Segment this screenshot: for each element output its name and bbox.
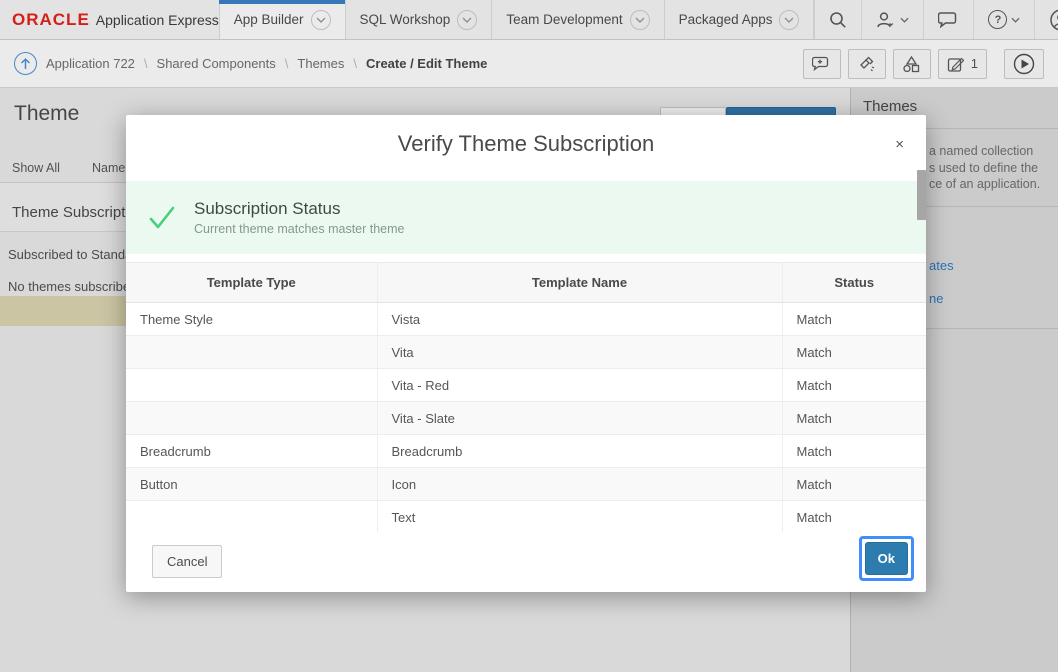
table-row: Vita - Slate Match bbox=[126, 402, 926, 435]
verify-theme-subscription-dialog: Verify Theme Subscription × Subscription… bbox=[126, 115, 926, 592]
cell-template-name: Vita - Red bbox=[377, 369, 782, 402]
banner-heading: Subscription Status bbox=[194, 199, 405, 219]
ok-button-focus-ring: Ok bbox=[859, 536, 914, 581]
cell-template-type: Button bbox=[126, 468, 377, 501]
cell-template-type bbox=[126, 369, 377, 402]
table-row: Button Icon Match bbox=[126, 468, 926, 501]
cell-status: Match bbox=[782, 369, 926, 402]
cell-template-type bbox=[126, 501, 377, 533]
cell-status: Match bbox=[782, 402, 926, 435]
table-row: Vita Match bbox=[126, 336, 926, 369]
cell-status: Match bbox=[782, 336, 926, 369]
dialog-body: Subscription Status Current theme matche… bbox=[126, 170, 926, 532]
banner-subtitle: Current theme matches master theme bbox=[194, 222, 405, 236]
column-status: Status bbox=[782, 263, 926, 303]
apex-page: ORACLE Application Express App Builder S… bbox=[0, 0, 1058, 672]
template-status-table: Template Type Template Name Status Theme… bbox=[126, 262, 926, 532]
dialog-title: Verify Theme Subscription bbox=[126, 115, 926, 173]
cell-template-name: Icon bbox=[377, 468, 782, 501]
cell-template-type bbox=[126, 402, 377, 435]
table-row: Breadcrumb Breadcrumb Match bbox=[126, 435, 926, 468]
cell-template-name: Vista bbox=[377, 303, 782, 336]
close-icon[interactable]: × bbox=[891, 133, 908, 156]
table-row: Theme Style Vista Match bbox=[126, 303, 926, 336]
subscription-status-banner: Subscription Status Current theme matche… bbox=[126, 181, 926, 254]
table-header-row: Template Type Template Name Status bbox=[126, 263, 926, 303]
cell-status: Match bbox=[782, 501, 926, 533]
cell-template-name: Breadcrumb bbox=[377, 435, 782, 468]
cell-status: Match bbox=[782, 303, 926, 336]
column-template-name: Template Name bbox=[377, 263, 782, 303]
ok-button[interactable]: Ok bbox=[865, 542, 908, 575]
cell-template-type: Theme Style bbox=[126, 303, 377, 336]
cell-template-type bbox=[126, 336, 377, 369]
table-row: Text Match bbox=[126, 501, 926, 533]
column-template-type: Template Type bbox=[126, 263, 377, 303]
banner-text: Subscription Status Current theme matche… bbox=[194, 199, 405, 236]
dialog-header: Verify Theme Subscription × bbox=[126, 115, 926, 170]
cell-template-type: Breadcrumb bbox=[126, 435, 377, 468]
cell-template-name: Text bbox=[377, 501, 782, 533]
cell-status: Match bbox=[782, 435, 926, 468]
table-row: Vita - Red Match bbox=[126, 369, 926, 402]
cell-status: Match bbox=[782, 468, 926, 501]
cell-template-name: Vita - Slate bbox=[377, 402, 782, 435]
cancel-button[interactable]: Cancel bbox=[152, 545, 222, 578]
success-check-icon bbox=[148, 206, 176, 230]
scrollbar-thumb[interactable] bbox=[917, 170, 926, 220]
cell-template-name: Vita bbox=[377, 336, 782, 369]
dialog-footer: Cancel Ok bbox=[126, 532, 926, 592]
